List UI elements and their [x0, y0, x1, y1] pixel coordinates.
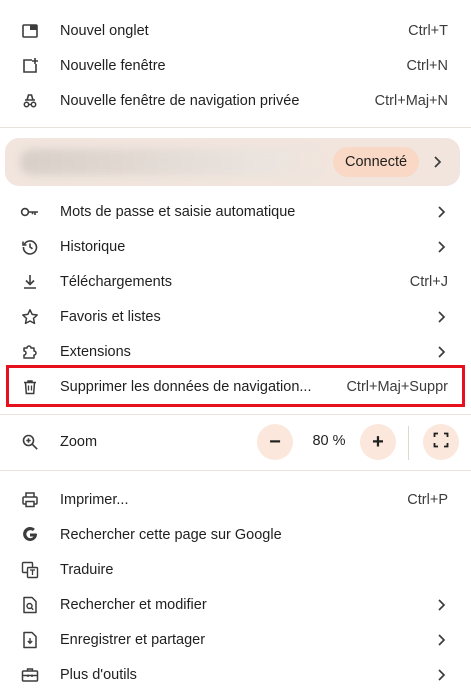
chevron-right-icon — [436, 240, 446, 254]
menu-item-label: Téléchargements — [60, 273, 173, 290]
menu-item-label: Mots de passe et saisie automatique — [60, 203, 296, 220]
menu-item-history[interactable]: Historique — [0, 229, 471, 264]
chevron-right-icon — [436, 345, 446, 359]
google-icon — [20, 525, 40, 545]
toolbox-icon — [20, 665, 40, 685]
menu-item-find-edit[interactable]: Rechercher et modifier — [0, 587, 471, 622]
key-icon — [20, 202, 40, 222]
menu-item-shortcut: Ctrl+T — [408, 22, 448, 39]
menu-item-label: Historique — [60, 238, 126, 255]
menu-item-label: Favoris et listes — [60, 308, 161, 325]
new-tab-icon — [20, 21, 40, 41]
menu-item-label: Rechercher cette page sur Google — [60, 526, 282, 543]
menu-item-new-tab[interactable]: Nouvel onglet Ctrl+T — [0, 13, 471, 48]
zoom-out-button[interactable]: − — [257, 424, 293, 460]
chevron-right-icon — [436, 668, 446, 682]
incognito-icon — [20, 91, 40, 111]
minus-icon: − — [269, 430, 281, 453]
menu-item-label: Enregistrer et partager — [60, 631, 206, 648]
zoom-icon — [20, 432, 40, 452]
divider — [0, 414, 471, 415]
menu-item-bookmarks[interactable]: Favoris et listes — [0, 299, 471, 334]
highlight-box — [6, 365, 465, 407]
menu-item-downloads[interactable]: Téléchargements Ctrl+J — [0, 264, 471, 299]
menu-item-shortcut: Ctrl+Maj+N — [374, 92, 448, 109]
menu-item-shortcut: Ctrl+N — [406, 57, 449, 74]
menu-item-label: Rechercher et modifier — [60, 596, 207, 613]
zoom-row: Zoom — [0, 424, 471, 460]
puzzle-icon — [20, 342, 40, 362]
translate-icon — [20, 560, 40, 580]
new-window-icon — [20, 56, 40, 76]
menu-item-label: Nouvelle fenêtre de navigation privée — [60, 92, 300, 109]
download-icon — [20, 272, 40, 292]
chevron-right-icon — [432, 155, 442, 169]
menu-item-print[interactable]: Imprimer... Ctrl+P — [0, 482, 471, 517]
status-badge: Connecté — [333, 147, 420, 177]
menu-item-label: Traduire — [60, 561, 114, 578]
menu-item-label: Nouvelle fenêtre — [60, 57, 166, 74]
menu-item-incognito-window[interactable]: Nouvelle fenêtre de navigation privée Ct… — [0, 83, 471, 118]
chevron-right-icon — [436, 310, 446, 324]
profile-row[interactable]: Connecté — [5, 138, 460, 186]
chevron-right-icon — [436, 598, 446, 612]
menu-item-new-window[interactable]: Nouvelle fenêtre Ctrl+N — [0, 48, 471, 83]
menu-item-save-share[interactable]: Enregistrer et partager — [0, 622, 471, 657]
zoom-in-button[interactable]: + — [360, 424, 396, 460]
plus-icon: + — [372, 430, 384, 453]
zoom-value: 80 % — [312, 433, 346, 449]
menu-item-label: Plus d'outils — [60, 666, 137, 683]
star-icon — [20, 307, 40, 327]
menu-item-more-tools[interactable]: Plus d'outils — [0, 657, 471, 692]
divider — [408, 426, 409, 460]
chevron-right-icon — [436, 633, 446, 647]
menu-item-label: Extensions — [60, 343, 131, 360]
fullscreen-icon — [433, 432, 449, 453]
save-share-icon — [20, 630, 40, 650]
menu-item-extensions[interactable]: Extensions — [0, 334, 471, 369]
divider — [0, 470, 471, 471]
history-icon — [20, 237, 40, 257]
printer-icon — [20, 490, 40, 510]
divider — [0, 127, 471, 128]
fullscreen-button[interactable] — [423, 424, 459, 460]
menu-item-shortcut: Ctrl+J — [409, 273, 448, 290]
chrome-menu: Nouvel onglet Ctrl+T Nouvelle fenêtre Ct… — [0, 0, 471, 696]
menu-item-passwords[interactable]: Mots de passe et saisie automatique — [0, 194, 471, 229]
menu-item-label: Imprimer... — [60, 491, 129, 508]
menu-item-search-google[interactable]: Rechercher cette page sur Google — [0, 517, 471, 552]
menu-item-shortcut: Ctrl+P — [407, 491, 448, 508]
menu-item-label: Nouvel onglet — [60, 22, 149, 39]
menu-item-translate[interactable]: Traduire — [0, 552, 471, 587]
zoom-label: Zoom — [60, 434, 98, 450]
find-page-icon — [20, 595, 40, 615]
blurred-account-name — [20, 149, 320, 175]
chevron-right-icon — [436, 205, 446, 219]
